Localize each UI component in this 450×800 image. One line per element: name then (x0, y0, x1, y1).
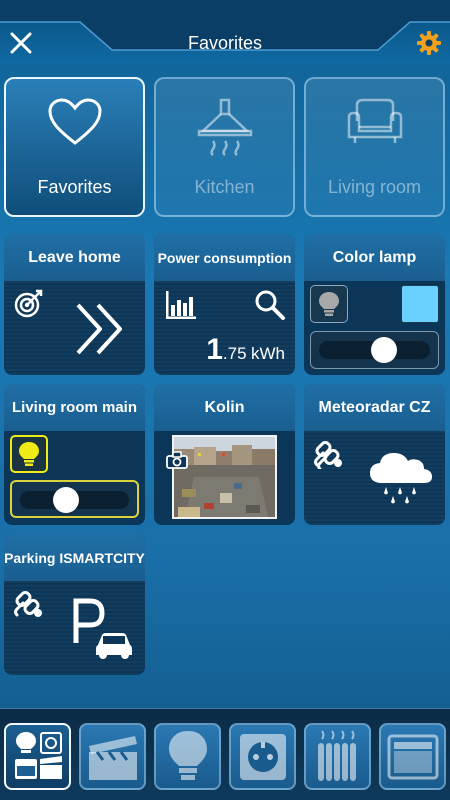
category-heating[interactable] (304, 723, 371, 790)
brightness-slider[interactable] (310, 331, 439, 369)
tile-body (4, 281, 145, 375)
gear-icon (417, 31, 441, 55)
category-blinds[interactable] (379, 723, 446, 790)
tile-title: Kolin (154, 384, 295, 431)
bulb-icon (19, 442, 39, 466)
power-integer: 1 (206, 333, 223, 366)
camera-icon (166, 451, 188, 469)
tile-leave-home[interactable]: Leave home (4, 234, 145, 375)
tile-power-consumption[interactable]: Power consumption 1.75 kWh (154, 234, 295, 375)
tile-title: Living room main (4, 384, 145, 431)
parking-icon (73, 598, 132, 659)
devices-grid-icon (14, 731, 62, 779)
room-favorites[interactable]: Favorites (4, 77, 145, 217)
room-label: Favorites (37, 177, 112, 197)
double-chevron-right-icon (76, 303, 122, 355)
range-hood-icon (197, 98, 252, 157)
slider-knob[interactable] (52, 487, 79, 513)
rain-cloud-icon (370, 453, 432, 504)
slider-knob[interactable] (370, 337, 397, 363)
room-living-room[interactable]: Living room (304, 77, 445, 217)
power-decimal: .75 (222, 344, 247, 363)
room-kitchen[interactable]: Kitchen (154, 77, 295, 217)
magnifier-icon (255, 290, 285, 320)
bulb-icon (168, 730, 207, 780)
power-unit: kWh (251, 344, 285, 363)
category-all-devices[interactable] (4, 723, 71, 790)
tile-color-lamp[interactable]: Color lamp (304, 234, 445, 375)
room-label: Kitchen (194, 177, 255, 197)
bulb-icon (319, 292, 339, 316)
tile-living-room-main[interactable]: Living room main (4, 384, 145, 525)
color-swatch[interactable] (401, 285, 439, 323)
radiator-icon (317, 729, 356, 781)
category-lights[interactable] (154, 723, 221, 790)
socket-icon (239, 733, 286, 780)
category-sockets[interactable] (229, 723, 296, 790)
target-icon (14, 289, 43, 318)
tile-title: Leave home (4, 234, 145, 281)
tile-body (4, 431, 145, 525)
tile-meteoradar[interactable]: Meteoradar CZ (304, 384, 445, 525)
tile-title: Meteoradar CZ (304, 384, 445, 431)
window-blind-icon (387, 734, 438, 779)
power-value: 1.75 kWh (206, 333, 285, 367)
brightness-slider[interactable] (10, 480, 139, 518)
category-scenes[interactable] (79, 723, 146, 790)
link-icon (314, 441, 342, 469)
tile-body (304, 281, 445, 375)
tile-parking[interactable]: Parking ISMARTCITY (4, 534, 145, 675)
top-bar: Favorites (0, 0, 450, 64)
clapperboard-icon (88, 735, 137, 780)
tile-title: Color lamp (304, 234, 445, 281)
tile-body: 1.75 kWh (154, 281, 295, 375)
town-square-image (174, 437, 275, 517)
link-icon (14, 591, 42, 617)
lamp-toggle[interactable] (310, 285, 348, 323)
lamp-toggle[interactable] (10, 435, 48, 473)
room-label: Living room (327, 177, 422, 197)
tile-body (4, 581, 145, 675)
armchair-icon (347, 98, 402, 143)
settings-button[interactable] (416, 30, 442, 56)
bar-chart-icon (166, 291, 196, 319)
page-title: Favorites (187, 33, 263, 53)
tile-title: Parking ISMARTCITY (4, 534, 145, 581)
header-shape (0, 0, 450, 51)
tile-body (304, 431, 445, 525)
tile-kolin[interactable]: Kolin (154, 384, 295, 525)
heart-icon (47, 98, 102, 145)
tile-title: Power consumption (154, 234, 295, 281)
tile-body (154, 431, 295, 525)
camera-preview[interactable] (172, 435, 277, 519)
